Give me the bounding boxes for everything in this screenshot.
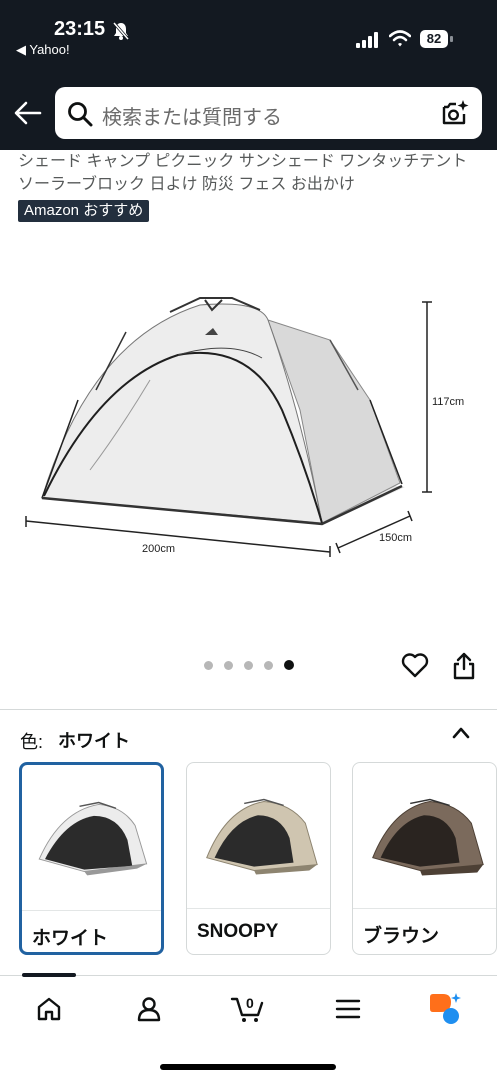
signal-icon	[356, 32, 378, 48]
account-icon[interactable]	[136, 996, 162, 1022]
color-option-snoopy[interactable]: SNOOPY	[186, 762, 331, 955]
battery-tip	[450, 36, 453, 42]
color-option-label: SNOOPY	[197, 921, 279, 942]
home-icon[interactable]	[36, 996, 62, 1022]
dimension-depth-label: 150cm	[379, 532, 412, 544]
battery-indicator: 82	[420, 30, 448, 48]
divider	[0, 709, 497, 710]
pager-dot[interactable]	[244, 661, 253, 670]
camera-search-icon[interactable]	[441, 100, 469, 126]
color-label: 色:	[20, 732, 44, 752]
app-header: 23:15 ◀ Yahoo! 82 検索または質問する	[0, 0, 497, 150]
share-icon[interactable]	[452, 652, 476, 680]
product-title[interactable]: シェード キャンプ ピクニック サンシェード ワンタッチテント ソーラーブロック…	[18, 150, 484, 196]
pager-dot[interactable]	[264, 661, 273, 670]
cart-count: 0	[246, 995, 254, 1011]
status-time: 23:15	[54, 18, 106, 40]
pager-dot-active[interactable]	[284, 660, 294, 670]
swatch-divider	[187, 908, 330, 909]
color-option-label: ブラウン	[363, 926, 440, 947]
pager-dot[interactable]	[204, 661, 213, 670]
search-input[interactable]: 検索または質問する	[102, 101, 282, 130]
swatch-divider	[353, 908, 496, 909]
search-bar[interactable]: 検索または質問する	[55, 87, 482, 139]
active-tab-indicator	[22, 973, 76, 977]
dimension-height-label: 117cm	[432, 396, 464, 408]
color-option-white[interactable]: ホワイト	[19, 762, 164, 955]
rufus-icon[interactable]	[427, 992, 463, 1026]
wifi-icon	[389, 30, 411, 47]
swatch-divider	[22, 910, 161, 911]
dimension-width-label: 200cm	[142, 543, 175, 555]
search-icon[interactable]	[67, 101, 93, 127]
image-pager[interactable]	[204, 660, 304, 672]
cart-icon[interactable]: 0	[230, 991, 264, 1023]
pager-dot[interactable]	[224, 661, 233, 670]
amazon-choice-badge: Amazon おすすめ	[18, 200, 150, 222]
beige-tent-thumbnail	[206, 798, 318, 875]
bell-muted-icon	[113, 22, 129, 40]
menu-icon[interactable]	[335, 996, 361, 1022]
color-option-brown[interactable]: ブラウン	[352, 762, 497, 955]
back-to-app-link[interactable]: ◀ Yahoo!	[16, 42, 70, 58]
color-selected-value: ホワイト	[58, 731, 130, 751]
brown-tent-thumbnail	[372, 798, 484, 876]
home-indicator	[160, 1064, 336, 1070]
heart-icon[interactable]	[401, 652, 429, 678]
chevron-up-icon[interactable]	[451, 724, 471, 742]
white-tent-thumbnail	[38, 801, 148, 876]
color-option-label: ホワイト	[32, 928, 109, 949]
back-arrow-icon[interactable]	[14, 100, 42, 126]
product-main-image[interactable]: 117cm 200cm 150cm	[0, 240, 497, 650]
